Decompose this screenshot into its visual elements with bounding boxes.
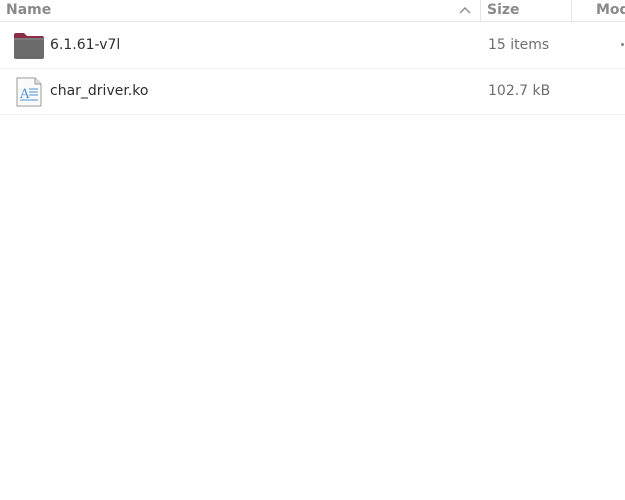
- text-file-icon: A: [16, 77, 42, 107]
- file-row-folder-size: 15 items: [488, 37, 550, 53]
- file-row-file[interactable]: A char_driver.ko 102.7 kB: [0, 69, 625, 115]
- file-row-folder-modified-truncated: [621, 43, 624, 46]
- column-header-size-label: Size: [487, 2, 520, 18]
- column-header-name[interactable]: Name: [0, 0, 481, 21]
- file-row-folder[interactable]: 6.1.61-v7l 15 items: [0, 23, 625, 69]
- file-row-folder-name: 6.1.61-v7l: [50, 37, 121, 53]
- column-header-size[interactable]: Size: [481, 0, 572, 21]
- column-header-modified-label: Mod: [596, 2, 625, 18]
- file-row-file-size: 102.7 kB: [488, 83, 551, 99]
- folder-icon: [14, 33, 44, 59]
- file-list-view: Name Size Mod 6.1.61-v7l 15 items A char…: [0, 0, 625, 500]
- column-header-modified[interactable]: Mod: [572, 0, 625, 21]
- column-header-name-label: Name: [6, 2, 52, 18]
- file-row-file-name: char_driver.ko: [50, 83, 149, 99]
- column-header-bar: Name Size Mod: [0, 0, 625, 22]
- sort-ascending-icon: [459, 7, 471, 14]
